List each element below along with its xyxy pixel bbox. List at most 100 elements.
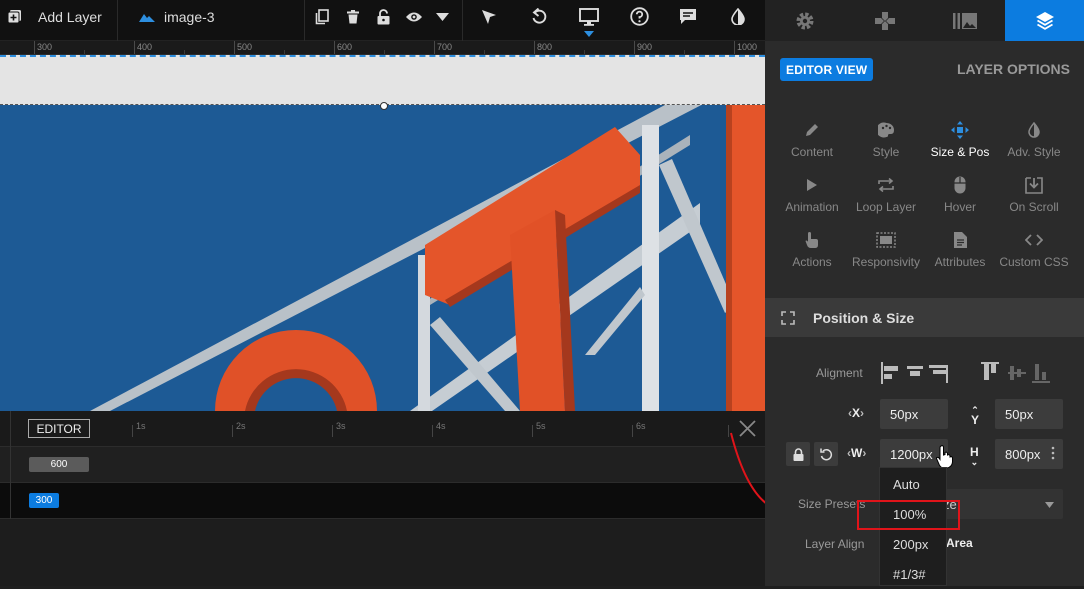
trash-icon[interactable]: [344, 0, 362, 33]
gallery-icon[interactable]: [925, 0, 1005, 41]
time-label: 1s: [136, 421, 146, 431]
option-size-pos[interactable]: Size & Pos: [922, 117, 998, 167]
gear-icon[interactable]: [765, 0, 845, 41]
gamepad-icon[interactable]: [845, 0, 925, 41]
dropdown-option[interactable]: Auto: [880, 469, 948, 499]
chevron-down-icon[interactable]: [1045, 502, 1054, 508]
position-size-header[interactable]: Position & Size: [765, 298, 1084, 337]
h-label: H ⌄: [970, 445, 979, 467]
ruler-label: 1000: [737, 42, 758, 52]
option-animation[interactable]: Animation: [774, 172, 850, 222]
panel-tabs: [765, 0, 1084, 41]
lock-ratio-icon[interactable]: [786, 442, 810, 466]
timeline-bar[interactable]: 300: [29, 493, 59, 508]
pencil-icon: [774, 119, 850, 141]
ruler-label: 300: [37, 42, 53, 52]
option-actions[interactable]: Actions: [774, 227, 850, 277]
option-adv-style[interactable]: Adv. Style: [996, 117, 1072, 167]
loop-icon: [848, 174, 924, 196]
contrast-icon[interactable]: [727, 0, 749, 33]
align-middle-icon[interactable]: [1008, 364, 1026, 382]
comment-icon[interactable]: [677, 0, 699, 33]
editor-tab[interactable]: EDITOR: [28, 419, 90, 438]
align-top-icon[interactable]: [981, 362, 999, 382]
document-icon: [922, 229, 998, 251]
annotation-highlight-box: [857, 500, 960, 530]
lock-icon[interactable]: [373, 0, 393, 33]
responsive-icon: [848, 229, 924, 251]
layer-selection-strip[interactable]: [0, 55, 765, 105]
add-layer-button[interactable]: Add Layer: [38, 0, 108, 33]
dropdown-option[interactable]: 200px: [880, 529, 948, 559]
option-label: Actions: [792, 255, 832, 269]
undo-icon[interactable]: [528, 0, 550, 33]
option-label: Style: [872, 145, 900, 159]
layer-options-button[interactable]: LAYER OPTIONS: [957, 61, 1070, 77]
option-label: On Scroll: [1009, 200, 1059, 214]
palette-icon: [848, 119, 924, 141]
resize-handle[interactable]: [380, 102, 388, 110]
option-label: Adv. Style: [1007, 145, 1061, 159]
eye-icon[interactable]: [403, 0, 425, 33]
help-icon[interactable]: [628, 0, 650, 33]
caret-down-icon[interactable]: [433, 0, 451, 33]
timeline: EDITOR 1s 2s 3s 4s 5s 6s 600 300: [0, 411, 765, 586]
more-options-icon[interactable]: [1051, 446, 1055, 460]
dropdown-option[interactable]: #1/3#: [880, 559, 948, 589]
top-toolbar: Add Layer image-3: [0, 0, 765, 41]
desktop-icon[interactable]: [577, 0, 601, 33]
option-label: Responsivity: [851, 255, 921, 269]
timeline-bar[interactable]: 600: [29, 457, 89, 472]
align-center-icon[interactable]: [906, 366, 924, 380]
code-icon: [996, 229, 1072, 251]
layer-name[interactable]: image-3: [164, 0, 234, 33]
option-on-scroll[interactable]: On Scroll: [996, 172, 1072, 222]
image-layer-icon: [138, 0, 156, 33]
expand-icon: [781, 310, 795, 325]
reset-size-icon[interactable]: [814, 442, 838, 466]
option-label: Hover: [943, 200, 976, 214]
add-layer-icon[interactable]: [6, 0, 22, 33]
ruler-label: 700: [437, 42, 453, 52]
option-loop-layer[interactable]: Loop Layer: [848, 172, 924, 222]
option-attributes[interactable]: Attributes: [922, 227, 998, 277]
time-label: 3s: [336, 421, 346, 431]
layers-icon[interactable]: [1005, 0, 1084, 41]
option-custom-css[interactable]: Custom CSS: [996, 227, 1072, 277]
view-switch-row: EDITOR VIEW LAYER OPTIONS: [765, 41, 1084, 99]
align-left-icon[interactable]: [881, 362, 901, 384]
y-label: ⌃ Y: [971, 405, 980, 427]
option-label: Custom CSS: [999, 255, 1069, 269]
timeline-row: 600: [0, 447, 765, 483]
option-label: Animation: [785, 200, 839, 214]
option-style[interactable]: Style: [848, 117, 924, 167]
align-bottom-icon[interactable]: [1032, 364, 1050, 384]
option-label: Attributes: [934, 255, 986, 269]
x-input[interactable]: 50px: [880, 399, 948, 429]
option-responsivity[interactable]: Responsivity: [848, 227, 924, 277]
option-label: Content: [790, 145, 834, 159]
time-label: 5s: [536, 421, 546, 431]
timeline-row: 300: [0, 483, 765, 519]
option-hover[interactable]: Hover: [922, 172, 998, 222]
editor-view-button[interactable]: EDITOR VIEW: [780, 58, 874, 81]
ruler-label: 800: [537, 42, 553, 52]
ruler-label: 400: [137, 42, 153, 52]
x-label: ‹X›: [848, 406, 865, 420]
ruler-label: 900: [637, 42, 653, 52]
contrast-icon: [996, 119, 1072, 141]
section-title: Position & Size: [813, 309, 915, 326]
download-box-icon: [996, 174, 1072, 196]
option-content[interactable]: Content: [774, 117, 850, 167]
option-label: Size & Pos: [930, 145, 990, 159]
slide-canvas[interactable]: [0, 55, 765, 411]
duplicate-icon[interactable]: [312, 0, 332, 33]
size-presets-label: Size Presets: [798, 497, 866, 511]
pointer-icon[interactable]: [478, 0, 500, 33]
layer-align-label: Layer Align: [805, 537, 865, 551]
layer-align-value[interactable]: Area: [946, 536, 973, 550]
y-input[interactable]: 50px: [995, 399, 1063, 429]
hand-cursor-icon: [935, 445, 955, 469]
w-label: ‹W›: [847, 446, 867, 460]
align-right-icon[interactable]: [928, 365, 948, 383]
